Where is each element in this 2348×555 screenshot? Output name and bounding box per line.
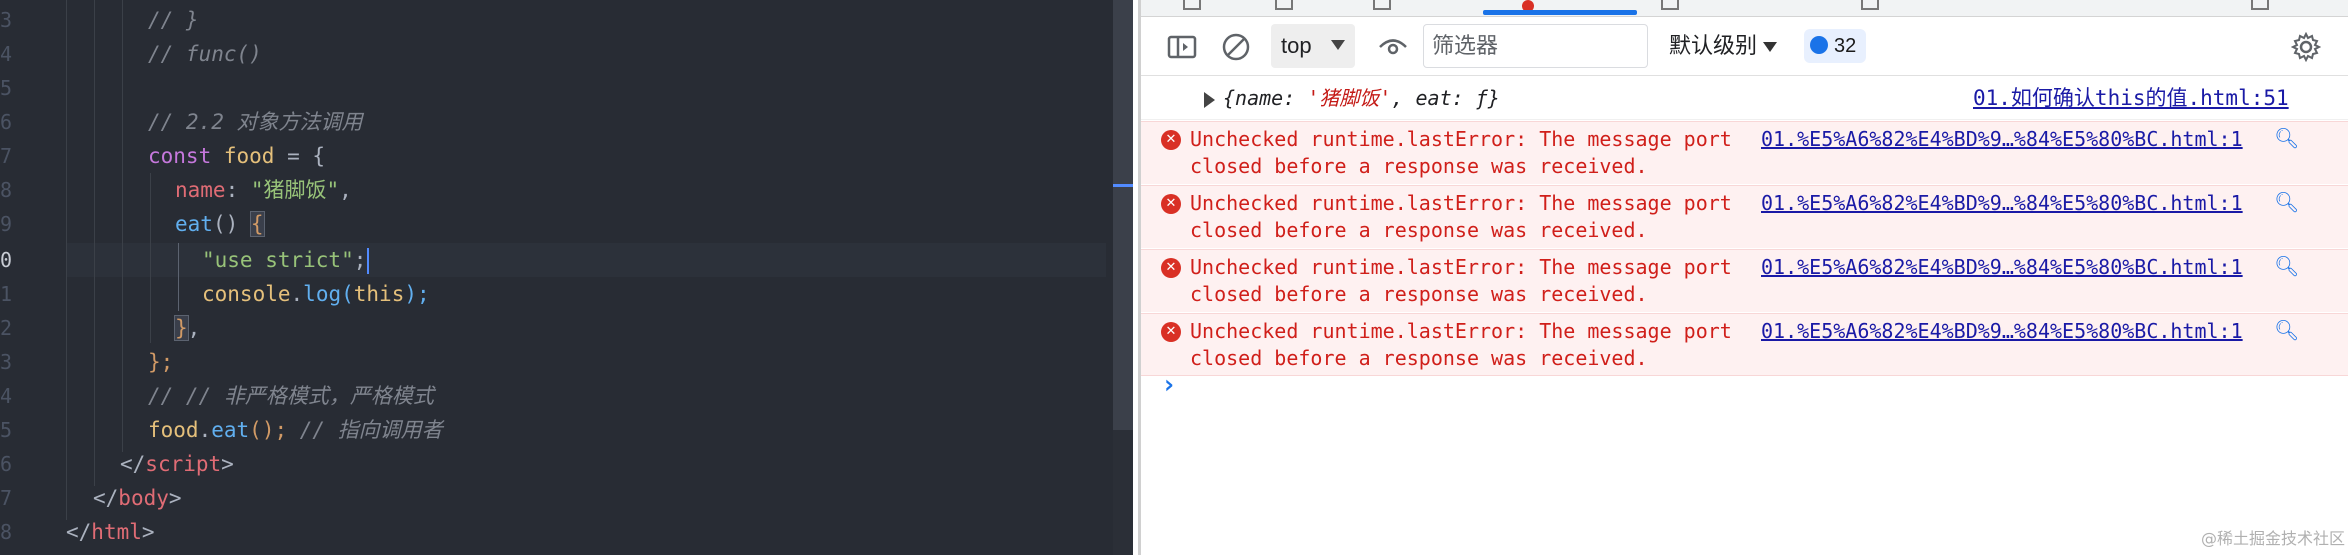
- indent-guide: [122, 0, 123, 452]
- indent-guide: [94, 0, 95, 486]
- console-error-row[interactable]: ✕ Unchecked runtime.lastError: The messa…: [1141, 185, 2348, 248]
- line-number: 1: [0, 282, 13, 306]
- context-selector[interactable]: top: [1271, 24, 1355, 68]
- error-icon: ✕: [1161, 130, 1181, 150]
- indent-guide-active: [178, 243, 179, 311]
- line-number: 8: [0, 178, 13, 202]
- console-prompt[interactable]: ›: [1161, 370, 1177, 400]
- devtools-tab-bar: [1141, 0, 2348, 17]
- clear-console-icon[interactable]: [1221, 17, 1251, 75]
- line-number: 6: [0, 110, 13, 134]
- tab-icon[interactable]: [2251, 0, 2269, 10]
- line-number: 6: [0, 452, 13, 476]
- search-icon[interactable]: 🔍︎: [2274, 254, 2299, 278]
- tab-icon[interactable]: [1183, 0, 1201, 10]
- issues-badge[interactable]: 32: [1804, 29, 1867, 63]
- line-number: 3: [0, 350, 13, 374]
- error-source-link[interactable]: 01.%E5%A6%82%E4%BD%9…%84%E5%80%BC.html:1: [1761, 318, 2243, 345]
- code-line: food.eat(); // 指向调用者: [148, 418, 443, 442]
- code-line: const food = {: [148, 144, 326, 168]
- message-icon: [1810, 35, 1828, 54]
- line-number: 2: [0, 316, 13, 340]
- live-expression-icon[interactable]: [1378, 17, 1408, 75]
- error-message: Unchecked runtime.lastError: The message…: [1190, 127, 1732, 178]
- tab-console-selected[interactable]: [1483, 10, 1637, 15]
- scrollbar-marker: [1113, 184, 1133, 187]
- line-number: 4: [0, 42, 13, 66]
- chevron-down-icon: [1763, 42, 1778, 53]
- console-error-row[interactable]: ✕ Unchecked runtime.lastError: The messa…: [1141, 249, 2348, 312]
- code-line: </script>: [120, 452, 234, 476]
- code-line: </html>: [66, 520, 155, 544]
- line-number-active: 0: [0, 248, 13, 272]
- tab-icon[interactable]: [1861, 0, 1879, 10]
- search-icon[interactable]: 🔍︎: [2274, 318, 2299, 342]
- code-line: // 2.2 对象方法调用: [148, 110, 363, 134]
- issues-count: 32: [1834, 35, 1857, 57]
- search-icon[interactable]: 🔍︎: [2274, 126, 2299, 150]
- line-number: 5: [0, 76, 13, 100]
- tab-icon[interactable]: [1275, 0, 1293, 10]
- error-message: Unchecked runtime.lastError: The message…: [1190, 191, 1732, 242]
- line-number: 7: [0, 486, 13, 510]
- line-number: 5: [0, 418, 13, 442]
- error-source-link[interactable]: 01.%E5%A6%82%E4%BD%9…%84%E5%80%BC.html:1: [1761, 190, 2243, 217]
- log-object-preview[interactable]: {name: '猪脚饭', eat: ƒ}: [1223, 84, 1500, 112]
- line-number: 4: [0, 384, 13, 408]
- code-editor[interactable]: 3 4 5 6 7 8 9 0 1 2 3 4 5 6 7 8 // } // …: [0, 0, 1133, 555]
- error-message: Unchecked runtime.lastError: The message…: [1190, 255, 1732, 306]
- gear-icon[interactable]: [2290, 17, 2322, 75]
- indent-guide: [66, 0, 67, 520]
- tab-icon[interactable]: [1373, 0, 1391, 10]
- log-source-link[interactable]: 01.如何确认this的值.html:51: [1973, 84, 2289, 112]
- error-icon: ✕: [1161, 322, 1181, 342]
- code-line: },: [174, 315, 201, 341]
- context-label: top: [1281, 33, 1312, 58]
- text-cursor: [367, 248, 370, 274]
- line-number-gutter: 3 4 5 6 7 8 9 0 1 2 3 4 5 6 7 8: [0, 0, 30, 555]
- indent-guide: [150, 173, 151, 343]
- code-line: name: "猪脚饭",: [175, 178, 352, 202]
- error-icon: ✕: [1161, 258, 1181, 278]
- filter-input[interactable]: [1423, 24, 1648, 68]
- code-line: eat() {: [175, 211, 265, 237]
- code-line-current: "use strict";: [202, 243, 370, 277]
- code-line: </body>: [93, 486, 182, 510]
- console-error-row[interactable]: ✕ Unchecked runtime.lastError: The messa…: [1141, 313, 2348, 376]
- code-line: // }: [148, 8, 199, 32]
- line-number: 8: [0, 520, 13, 544]
- console-error-row[interactable]: ✕ Unchecked runtime.lastError: The messa…: [1141, 121, 2348, 184]
- error-source-link[interactable]: 01.%E5%A6%82%E4%BD%9…%84%E5%80%BC.html:1: [1761, 126, 2243, 153]
- line-number: 9: [0, 212, 13, 236]
- code-line: };: [148, 350, 174, 374]
- code-line: // func(): [148, 42, 262, 66]
- line-number: 7: [0, 144, 13, 168]
- line-number: 3: [0, 8, 13, 32]
- log-levels-dropdown[interactable]: 默认级别: [1669, 17, 1778, 75]
- error-source-link[interactable]: 01.%E5%A6%82%E4%BD%9…%84%E5%80%BC.html:1: [1761, 254, 2243, 281]
- chevron-down-icon: [1331, 40, 1345, 50]
- code-line: console.log(this);: [202, 282, 430, 306]
- log-levels-label: 默认级别: [1669, 33, 1758, 58]
- devtools-panel: top 默认级别 32 {name: '猪脚饭', eat: ƒ} 01.如何确…: [1138, 0, 2348, 555]
- sidebar-toggle-icon[interactable]: [1167, 17, 1197, 75]
- console-log-row[interactable]: {name: '猪脚饭', eat: ƒ} 01.如何确认this的值.html…: [1141, 80, 2348, 120]
- expand-arrow-icon[interactable]: [1204, 92, 1215, 108]
- code-line: // // 非严格模式，严格模式: [148, 384, 434, 408]
- watermark: @稀土掘金技术社区: [2200, 529, 2345, 548]
- error-message: Unchecked runtime.lastError: The message…: [1190, 319, 1732, 370]
- tab-icon[interactable]: [1661, 0, 1679, 10]
- error-icon: ✕: [1161, 194, 1181, 214]
- search-icon[interactable]: 🔍︎: [2274, 190, 2299, 214]
- console-toolbar: top 默认级别 32: [1141, 17, 2348, 76]
- editor-scrollbar-thumb[interactable]: [1113, 0, 1133, 430]
